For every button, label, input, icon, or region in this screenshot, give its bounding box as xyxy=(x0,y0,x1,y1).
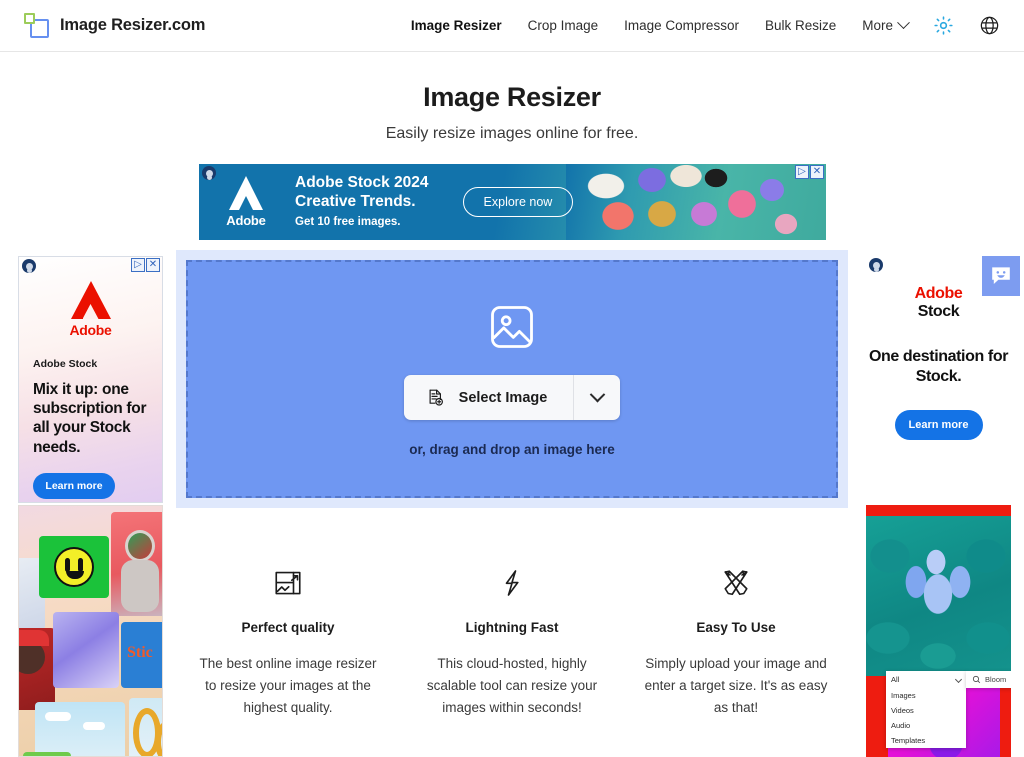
right-bottom-ad[interactable]: All Images Videos Audio Templates Bloom xyxy=(866,505,1011,757)
filter-option-videos[interactable]: Videos xyxy=(886,703,966,718)
page-subtitle: Easily resize images online for free. xyxy=(0,125,1024,143)
stock-search-text: Bloom xyxy=(985,675,1006,684)
adobe-logo: Adobe xyxy=(203,176,289,228)
left-ad-label: Adobe Stock xyxy=(33,358,148,370)
left-ad-headline: Mix it up: one subscription for all your… xyxy=(33,380,148,457)
ad-choices-controls[interactable]: ▷ ✕ xyxy=(131,258,160,272)
resize-square-logo-icon xyxy=(24,13,50,39)
feature-text: The best online image resizer to resize … xyxy=(192,653,384,719)
brand-logo[interactable]: Image Resizer.com xyxy=(24,13,205,39)
globe-icon[interactable] xyxy=(979,15,1000,36)
banner-ad-line1: Adobe Stock 2024 xyxy=(295,174,429,192)
filter-selected-label: All xyxy=(891,675,899,684)
collage-tile xyxy=(111,512,163,616)
search-icon xyxy=(972,675,981,684)
drop-zone[interactable]: Select Image or, drag and drop an image … xyxy=(186,260,838,498)
main-nav: Image Resizer Crop Image Image Compresso… xyxy=(411,0,1000,51)
brand-name: Image Resizer.com xyxy=(60,16,205,35)
feature-title: Perfect quality xyxy=(192,620,384,635)
page-title: Image Resizer xyxy=(0,82,1024,113)
collage-tile xyxy=(53,612,119,688)
chat-smiley-icon xyxy=(989,264,1013,288)
feature-title: Easy To Use xyxy=(640,620,832,635)
collage-tile xyxy=(39,536,109,598)
chat-widget-button[interactable] xyxy=(982,256,1020,296)
collage-tile: Stic xyxy=(121,622,163,688)
adobe-a-icon xyxy=(71,281,111,319)
select-image-dropdown-button[interactable] xyxy=(574,375,620,420)
nav-item-crop-image[interactable]: Crop Image xyxy=(528,18,599,33)
close-icon[interactable]: ✕ xyxy=(810,165,824,179)
filter-option-images[interactable]: Images xyxy=(886,688,966,703)
features-section: Perfect quality The best online image re… xyxy=(176,560,848,719)
chevron-down-icon xyxy=(897,16,910,29)
adchoices-triangle-icon[interactable]: ▷ xyxy=(131,258,145,272)
filter-option-audio[interactable]: Audio xyxy=(886,718,966,733)
adobe-wordmark: Adobe xyxy=(226,213,265,228)
flower-image xyxy=(866,516,1011,676)
sun-brightness-icon[interactable] xyxy=(934,16,953,35)
top-banner-ad[interactable]: ▷ ✕ Adobe Adobe Stock 2024 Creative Tren… xyxy=(199,164,826,240)
left-bottom-ad[interactable]: Stic xyxy=(18,505,163,757)
nav-item-bulk-resize[interactable]: Bulk Resize xyxy=(765,18,836,33)
chevron-down-icon xyxy=(955,676,962,683)
resize-image-icon xyxy=(192,560,384,606)
explore-now-button[interactable]: Explore now xyxy=(463,187,574,217)
nav-item-image-compressor[interactable]: Image Compressor xyxy=(624,18,739,33)
adchoices-triangle-icon[interactable]: ▷ xyxy=(795,165,809,179)
site-header: Image Resizer.com Image Resizer Crop Ima… xyxy=(0,0,1024,52)
ad-privacy-icon[interactable] xyxy=(869,258,883,272)
stock-wordmark: Stock xyxy=(866,303,1011,321)
lightning-bolt-icon xyxy=(416,560,608,606)
collage-tile xyxy=(129,698,163,757)
close-icon[interactable]: ✕ xyxy=(146,258,160,272)
image-collage: Stic xyxy=(19,506,162,756)
stock-filter-dropdown[interactable]: All Images Videos Audio Templates xyxy=(886,671,966,748)
adobe-wordmark: Adobe xyxy=(33,322,148,338)
feature-perfect-quality: Perfect quality The best online image re… xyxy=(176,560,400,719)
chevron-down-icon xyxy=(590,387,606,403)
feature-title: Lightning Fast xyxy=(416,620,608,635)
feature-lightning-fast: Lightning Fast This cloud-hosted, highly… xyxy=(400,560,624,719)
collage-tile xyxy=(35,702,125,757)
stock-search-input[interactable]: Bloom xyxy=(966,671,1011,688)
feature-text: This cloud-hosted, highly scalable tool … xyxy=(416,653,608,719)
pencil-ruler-icon xyxy=(640,560,832,606)
nav-item-more[interactable]: More xyxy=(862,18,908,33)
right-ad-headline: One destination for Stock. xyxy=(866,347,1011,386)
banner-ad-copy: Adobe Stock 2024 Creative Trends. Get 10… xyxy=(295,174,429,229)
collage-tile xyxy=(23,752,71,757)
adobe-a-icon xyxy=(229,176,263,210)
filter-option-templates[interactable]: Templates xyxy=(886,733,966,748)
drag-drop-hint: or, drag and drop an image here xyxy=(409,442,615,457)
nav-item-image-resizer[interactable]: Image Resizer xyxy=(411,18,502,33)
image-placeholder-icon xyxy=(486,301,538,353)
collage-tile xyxy=(18,628,55,710)
hero-section: Image Resizer Easily resize images onlin… xyxy=(0,52,1024,143)
file-add-icon xyxy=(426,388,445,407)
learn-more-button[interactable]: Learn more xyxy=(895,410,983,440)
learn-more-button[interactable]: Learn more xyxy=(33,473,115,499)
select-image-button[interactable]: Select Image xyxy=(404,375,574,420)
ad-choices-controls[interactable]: ▷ ✕ xyxy=(795,165,824,179)
upload-area-container: Select Image or, drag and drop an image … xyxy=(176,250,848,508)
banner-ad-line2: Creative Trends. xyxy=(295,193,429,211)
ad-privacy-icon[interactable] xyxy=(22,259,36,273)
select-image-control: Select Image xyxy=(404,375,621,420)
banner-ad-line3: Get 10 free images. xyxy=(295,216,429,230)
select-image-label: Select Image xyxy=(459,390,548,406)
ad-privacy-icon[interactable] xyxy=(202,166,216,180)
filter-selected-row[interactable]: All xyxy=(886,671,966,688)
feature-easy-to-use: Easy To Use Simply upload your image and… xyxy=(624,560,848,719)
nav-more-label: More xyxy=(862,18,893,33)
feature-text: Simply upload your image and enter a tar… xyxy=(640,653,832,719)
left-top-ad[interactable]: ▷ ✕ Adobe Adobe Stock Mix it up: one sub… xyxy=(18,256,163,503)
